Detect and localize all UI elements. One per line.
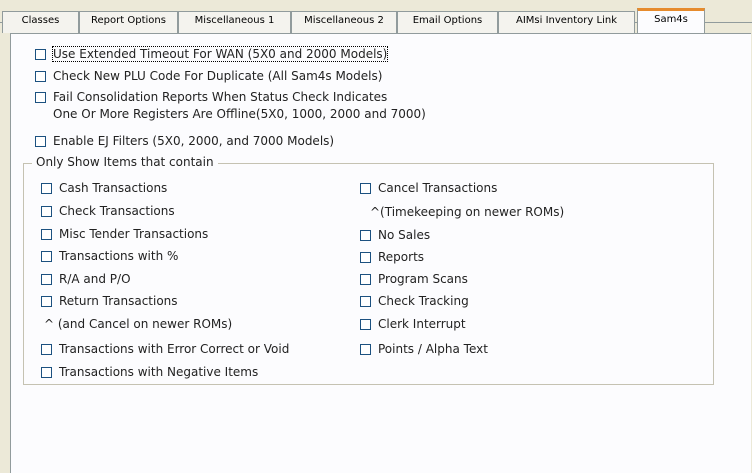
filter-misc-tender-transactions[interactable]: Misc Tender Transactions bbox=[41, 226, 208, 242]
checkbox-box[interactable] bbox=[35, 135, 46, 147]
check-plu-duplicate-checkbox[interactable]: Check New PLU Code For Duplicate (All Sa… bbox=[35, 68, 382, 84]
checkbox-box[interactable] bbox=[360, 273, 371, 285]
filter-label: Misc Tender Transactions bbox=[59, 227, 209, 241]
filter-points-alpha-text[interactable]: Points / Alpha Text bbox=[360, 341, 488, 357]
checkbox-box[interactable] bbox=[41, 295, 52, 307]
checkbox-box[interactable] bbox=[360, 318, 371, 330]
filter-label: Check Transactions bbox=[59, 204, 175, 218]
tab-miscellaneous-2[interactable]: Miscellaneous 2 bbox=[291, 11, 397, 33]
tab-aimsi-inventory-link[interactable]: AIMsi Inventory Link bbox=[498, 11, 635, 33]
filter-groupbox-title: Only Show Items that contain bbox=[32, 155, 218, 169]
filter-check-transactions[interactable]: Check Transactions bbox=[41, 203, 175, 219]
filter-ra-and-po[interactable]: R/A and P/O bbox=[41, 271, 131, 287]
filter-label: Check Tracking bbox=[378, 294, 469, 308]
filter-cancel-transactions[interactable]: Cancel Transactions bbox=[360, 180, 497, 196]
filter-label: Transactions with Negative Items bbox=[59, 365, 259, 379]
filter-no-sales[interactable]: No Sales bbox=[360, 227, 430, 243]
filter-error-correct-or-void[interactable]: Transactions with Error Correct or Void bbox=[41, 341, 289, 357]
checkbox-box[interactable] bbox=[35, 91, 46, 103]
filter-program-scans[interactable]: Program Scans bbox=[360, 271, 468, 287]
filter-label: Cash Transactions bbox=[59, 181, 168, 195]
filter-label: Cancel Transactions bbox=[378, 181, 498, 195]
filter-reports[interactable]: Reports bbox=[360, 249, 424, 265]
checkbox-box[interactable] bbox=[41, 366, 52, 378]
enable-ej-filters-label: Enable EJ Filters (5X0, 2000, and 7000 M… bbox=[53, 134, 335, 148]
filter-label: Return Transactions bbox=[59, 294, 178, 308]
filter-label: Points / Alpha Text bbox=[378, 342, 488, 356]
tab-report-options[interactable]: Report Options bbox=[79, 11, 178, 33]
cancel-transactions-note: ^(Timekeeping on newer ROMs) bbox=[370, 205, 565, 219]
checkbox-box[interactable] bbox=[360, 295, 371, 307]
checkbox-box[interactable] bbox=[41, 182, 52, 194]
check-plu-duplicate-label: Check New PLU Code For Duplicate (All Sa… bbox=[53, 69, 383, 83]
filter-transactions-with-percent[interactable]: Transactions with % bbox=[41, 248, 178, 264]
extended-timeout-label: Use Extended Timeout For WAN (5X0 and 20… bbox=[51, 46, 389, 62]
filter-clerk-interrupt[interactable]: Clerk Interrupt bbox=[360, 316, 466, 332]
checkbox-box[interactable] bbox=[35, 70, 46, 82]
filter-label: No Sales bbox=[378, 228, 431, 242]
filter-return-transactions[interactable]: Return Transactions bbox=[41, 293, 178, 309]
checkbox-box[interactable] bbox=[360, 229, 371, 241]
return-transactions-note: ^ (and Cancel on newer ROMs) bbox=[44, 317, 233, 331]
checkbox-box[interactable] bbox=[41, 343, 52, 355]
checkbox-box[interactable] bbox=[41, 228, 52, 240]
checkbox-box[interactable] bbox=[41, 250, 52, 262]
checkbox-box[interactable] bbox=[360, 343, 371, 355]
filter-label: Reports bbox=[378, 250, 425, 264]
filter-negative-items[interactable]: Transactions with Negative Items bbox=[41, 364, 258, 380]
checkbox-box[interactable] bbox=[41, 273, 52, 285]
enable-ej-filters-checkbox[interactable]: Enable EJ Filters (5X0, 2000, and 7000 M… bbox=[35, 133, 334, 149]
tab-classes[interactable]: Classes bbox=[2, 11, 79, 33]
tab-strip: Classes Report Options Miscellaneous 1 M… bbox=[0, 0, 752, 33]
fail-consolidation-label: Fail Consolidation Reports When Status C… bbox=[53, 90, 388, 104]
checkbox-box[interactable] bbox=[35, 48, 46, 60]
filter-label: Transactions with Error Correct or Void bbox=[59, 342, 290, 356]
fail-consolidation-label-line2: One Or More Registers Are Offline(5X0, 1… bbox=[53, 107, 426, 121]
tab-sam4s[interactable]: Sam4s bbox=[637, 8, 705, 33]
checkbox-box[interactable] bbox=[360, 251, 371, 263]
tab-miscellaneous-1[interactable]: Miscellaneous 1 bbox=[178, 11, 291, 33]
fail-consolidation-checkbox[interactable]: Fail Consolidation Reports When Status C… bbox=[35, 89, 387, 105]
filter-label: Program Scans bbox=[378, 272, 468, 286]
tab-email-options[interactable]: Email Options bbox=[397, 11, 498, 33]
filter-label: Clerk Interrupt bbox=[378, 317, 466, 331]
filter-label: R/A and P/O bbox=[59, 272, 131, 286]
filter-cash-transactions[interactable]: Cash Transactions bbox=[41, 180, 167, 196]
checkbox-box[interactable] bbox=[41, 205, 52, 217]
filter-label: Transactions with % bbox=[59, 249, 179, 263]
filter-check-tracking[interactable]: Check Tracking bbox=[360, 293, 469, 309]
checkbox-box[interactable] bbox=[360, 182, 371, 194]
extended-timeout-checkbox[interactable]: Use Extended Timeout For WAN (5X0 and 20… bbox=[35, 46, 389, 62]
